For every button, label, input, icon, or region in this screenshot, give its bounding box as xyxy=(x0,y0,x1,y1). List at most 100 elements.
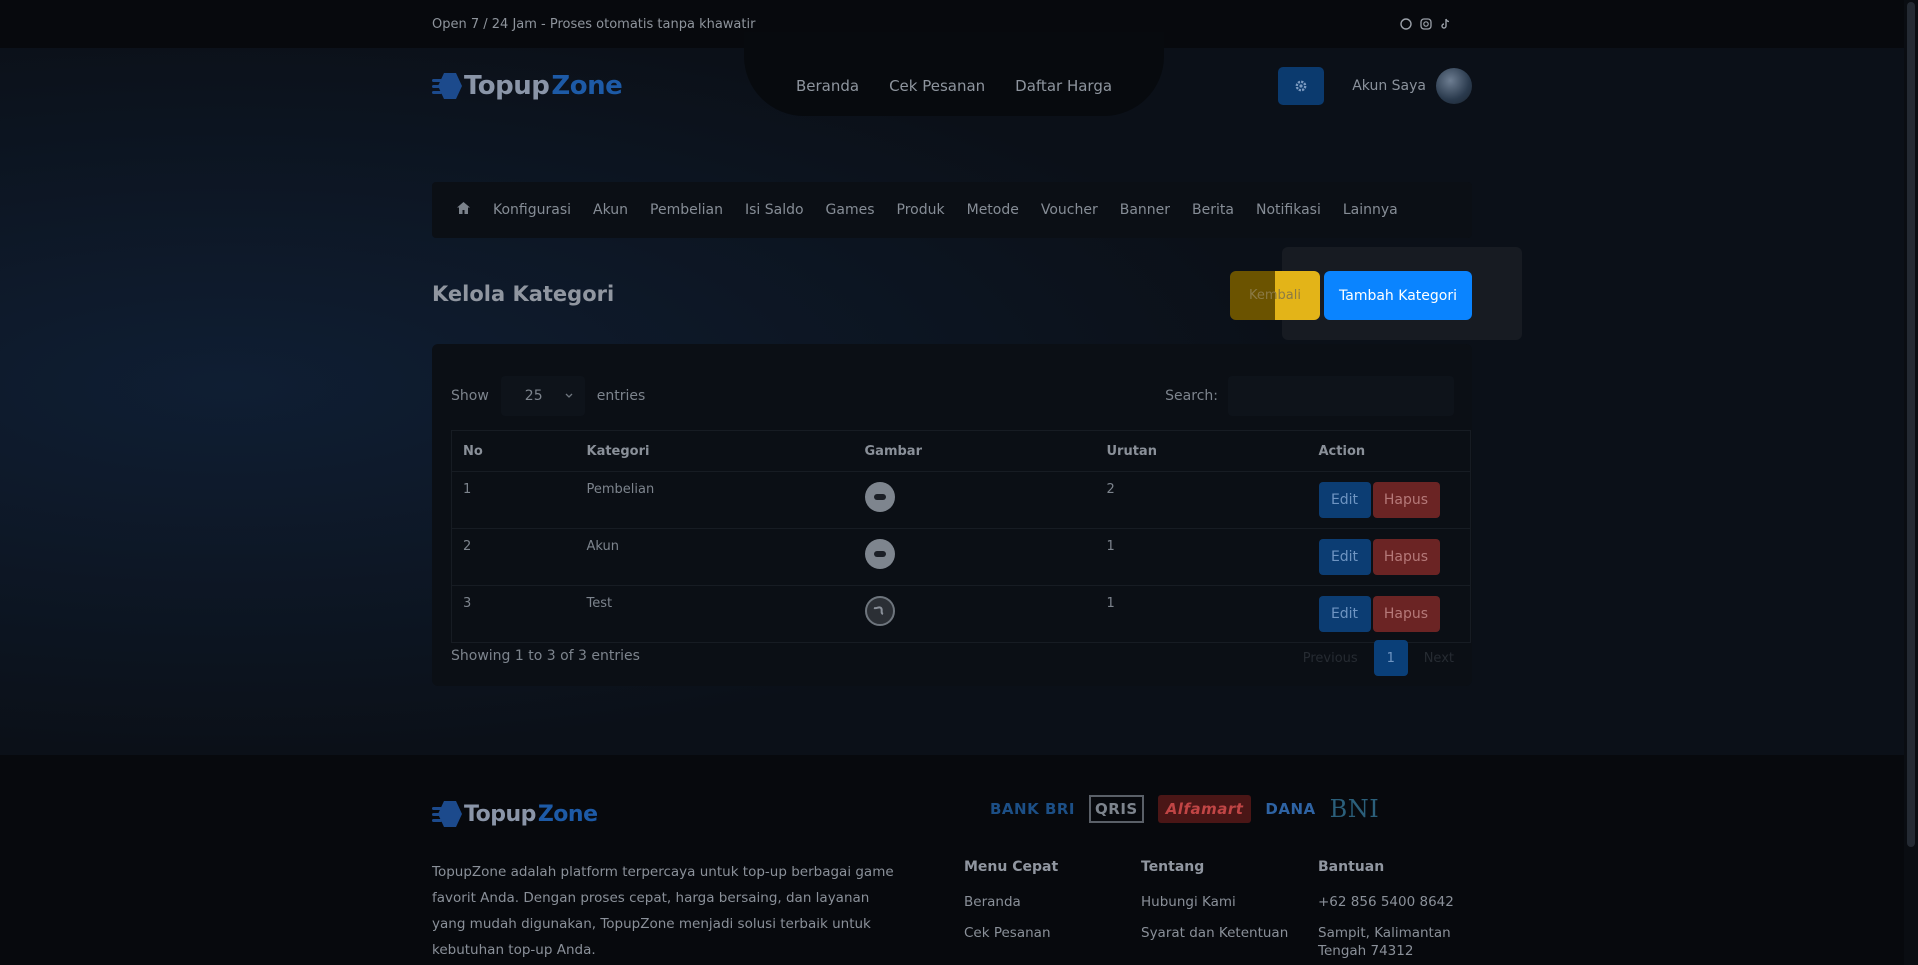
footer-help-column: Bantuan +62 856 5400 8642 Sampit, Kalima… xyxy=(1318,859,1468,965)
admin-nav-produk[interactable]: Produk xyxy=(897,202,945,218)
cell-action: Edit Hapus xyxy=(1307,585,1471,643)
cell-no: 1 xyxy=(451,471,576,529)
admin-nav-akun[interactable]: Akun xyxy=(593,202,628,218)
page-scrollbar[interactable] xyxy=(1904,0,1918,965)
nav-beranda[interactable]: Beranda xyxy=(796,77,859,95)
footer-logo[interactable]: Topup Zone xyxy=(432,799,598,829)
back-button[interactable]: Kembali xyxy=(1230,271,1320,320)
brand-logo[interactable]: Topup Zone xyxy=(432,71,623,101)
admin-nav-games[interactable]: Games xyxy=(826,202,875,218)
col-action[interactable]: Action xyxy=(1307,430,1471,472)
cell-no: 2 xyxy=(451,528,576,586)
admin-nav-metode[interactable]: Metode xyxy=(967,202,1019,218)
main-header: Topup Zone Beranda Cek Pesanan Daftar Har… xyxy=(432,32,1472,116)
col-no[interactable]: No xyxy=(451,430,576,472)
admin-nav-banner[interactable]: Banner xyxy=(1120,202,1170,218)
scrollbar-thumb[interactable] xyxy=(1907,2,1915,847)
admin-nav-voucher[interactable]: Voucher xyxy=(1041,202,1098,218)
settings-button[interactable] xyxy=(1278,67,1325,105)
dana-logo: DANA xyxy=(1265,800,1316,818)
cell-kategori: Pembelian xyxy=(575,471,854,529)
show-label: Show xyxy=(451,388,489,404)
footer-address: Sampit, Kalimantan Tengah 74312 xyxy=(1318,925,1451,959)
delete-button[interactable]: Hapus xyxy=(1372,539,1440,575)
col-urutan[interactable]: Urutan xyxy=(1095,430,1308,472)
edit-button[interactable]: Edit xyxy=(1318,539,1371,575)
bni-logo: BNI xyxy=(1329,795,1380,823)
entries-select[interactable]: 25 xyxy=(500,376,585,416)
entries-label: entries xyxy=(596,388,646,404)
add-category-button[interactable]: Tambah Kategori xyxy=(1324,271,1472,320)
category-table: No Kategori Gambar Urutan Action 1 Pembe… xyxy=(451,430,1471,643)
search-label: Search: xyxy=(1165,388,1218,404)
previous-button[interactable]: Previous xyxy=(1303,651,1358,666)
footer-link-cek-pesanan[interactable]: Cek Pesanan xyxy=(964,924,1134,942)
admin-nav-notifikasi[interactable]: Notifikasi xyxy=(1256,202,1321,218)
delete-button[interactable]: Hapus xyxy=(1372,482,1440,518)
cell-action: Edit Hapus xyxy=(1307,471,1471,529)
cell-gambar xyxy=(853,471,1096,529)
cell-kategori: Test xyxy=(575,585,854,643)
main-nav: Beranda Cek Pesanan Daftar Harga xyxy=(744,32,1164,116)
admin-nav: Konfigurasi Akun Pembelian Isi Saldo Gam… xyxy=(432,182,1472,238)
search-input[interactable] xyxy=(1228,376,1454,416)
admin-nav-pembelian[interactable]: Pembelian xyxy=(650,202,723,218)
instagram-icon[interactable] xyxy=(1419,18,1432,31)
cell-kategori: Akun xyxy=(575,528,854,586)
gear-icon xyxy=(1295,80,1307,92)
qris-logo: QRIS xyxy=(1089,795,1144,823)
cell-no: 3 xyxy=(451,585,576,643)
edit-button[interactable]: Edit xyxy=(1318,482,1371,518)
next-button[interactable]: Next xyxy=(1424,651,1454,666)
account-label: Akun Saya xyxy=(1352,78,1426,94)
footer-about: TopupZone adalah platform terpercaya unt… xyxy=(432,864,894,958)
nav-daftar-harga[interactable]: Daftar Harga xyxy=(1015,77,1112,95)
page-title: Kelola Kategori xyxy=(432,282,615,306)
table-header-row: No Kategori Gambar Urutan Action xyxy=(451,430,1471,472)
entries-control: Show 25 entries xyxy=(451,376,645,416)
admin-nav-konfigurasi[interactable]: Konfigurasi xyxy=(493,202,571,218)
logo-mark-icon xyxy=(432,799,458,829)
cell-gambar xyxy=(853,585,1096,643)
social-links xyxy=(1399,18,1452,31)
page-1-button[interactable]: 1 xyxy=(1373,640,1408,676)
alfamart-logo: Alfamart xyxy=(1157,795,1252,823)
table-row: 1 Pembelian 2 Edit Hapus xyxy=(451,471,1471,529)
footer: Topup Zone TopupZone adalah platform terp… xyxy=(0,755,1904,965)
admin-nav-lainnya[interactable]: Lainnya xyxy=(1343,202,1398,218)
edit-button[interactable]: Edit xyxy=(1318,596,1371,632)
cell-urutan: 1 xyxy=(1095,528,1308,586)
tiktok-icon[interactable] xyxy=(1439,18,1452,31)
footer-link-hubungi-kami[interactable]: Hubungi Kami xyxy=(1141,893,1311,911)
cell-urutan: 1 xyxy=(1095,585,1308,643)
pagination-info: Showing 1 to 3 of 3 entries xyxy=(451,648,640,664)
admin-nav-berita[interactable]: Berita xyxy=(1192,202,1234,218)
table-row: 2 Akun 1 Edit Hapus xyxy=(451,528,1471,586)
footer-link-syarat[interactable]: Syarat dan Ketentuan xyxy=(1141,924,1311,942)
search-control: Search: xyxy=(1165,376,1454,416)
admin-nav-isi-saldo[interactable]: Isi Saldo xyxy=(745,202,804,218)
avatar xyxy=(1436,68,1472,104)
logo-text-part2: Zone xyxy=(551,71,623,101)
home-icon[interactable] xyxy=(456,201,471,219)
delete-button[interactable]: Hapus xyxy=(1372,596,1440,632)
nav-cek-pesanan[interactable]: Cek Pesanan xyxy=(889,77,985,95)
whatsapp-icon[interactable] xyxy=(1399,18,1412,31)
logo-text-part1: Topup xyxy=(464,71,550,101)
globe-icon xyxy=(864,596,895,626)
entries-value: 25 xyxy=(524,388,543,404)
footer-link-beranda[interactable]: Beranda xyxy=(964,893,1134,911)
table-row: 3 Test 1 Edit Hapus xyxy=(451,585,1471,643)
cell-urutan: 2 xyxy=(1095,471,1308,529)
cell-gambar xyxy=(853,528,1096,586)
col-gambar[interactable]: Gambar xyxy=(853,430,1096,472)
category-table-card: Show 25 entries Search: No Kategori Gamb… xyxy=(432,344,1472,686)
tagline: Open 7 / 24 Jam - Proses otomatis tanpa … xyxy=(432,16,756,32)
col-kategori[interactable]: Kategori xyxy=(575,430,854,472)
bank-bri-logo: BANK BRI xyxy=(990,800,1076,818)
account-menu[interactable]: Akun Saya xyxy=(1352,68,1472,104)
pagination: Previous 1 Next xyxy=(1303,640,1454,676)
gamepad-icon xyxy=(864,482,895,512)
footer-help-title: Bantuan xyxy=(1318,859,1385,875)
footer-phone[interactable]: +62 856 5400 8642 xyxy=(1318,893,1468,911)
